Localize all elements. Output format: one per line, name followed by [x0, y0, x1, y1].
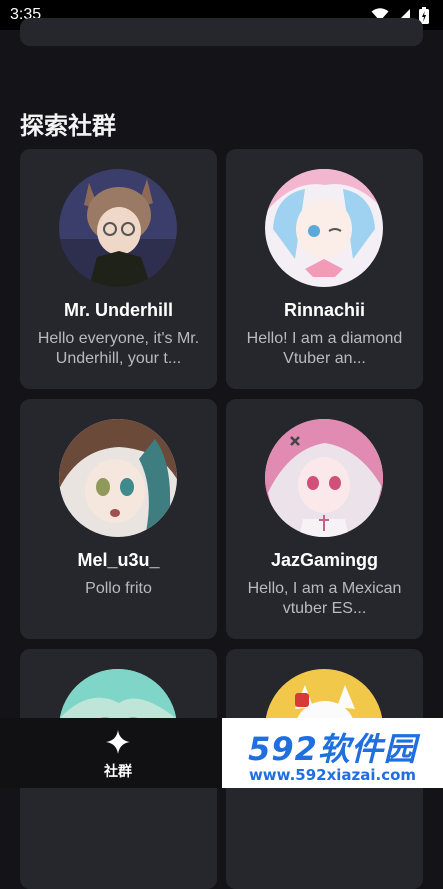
community-description: Hello, I am a Mexican vtuber ES...	[247, 580, 402, 617]
sparkle-icon	[106, 730, 130, 754]
community-name: Rinnachii	[283, 300, 365, 320]
community-name: Mel_u3u_	[77, 550, 160, 570]
community-avatar	[59, 169, 177, 287]
nav-label-community: 社群	[104, 764, 132, 780]
community-name: JazGamingg	[270, 550, 379, 570]
community-description: Pollo frito	[85, 580, 152, 597]
watermark-brand: 592软件园	[248, 730, 417, 768]
community-description: Hello! I am a diamond Vtuber an...	[246, 330, 403, 367]
community-avatar	[59, 419, 177, 537]
community-card[interactable]: JazGamingg Hello, I am a Mexican vtuber …	[226, 399, 423, 639]
watermark-url: www.592xiazai.com	[248, 766, 417, 784]
nav-item-community[interactable]: 社群	[88, 730, 148, 781]
watermark: 592软件园 www.592xiazai.com	[222, 718, 443, 788]
community-card[interactable]: Rinnachii Hello! I am a diamond Vtuber a…	[226, 149, 423, 389]
community-card[interactable]: Mr. Underhill Hello everyone, it's Mr. U…	[20, 149, 217, 389]
community-card[interactable]: Mel_u3u_ Pollo frito	[20, 399, 217, 639]
community-avatar	[265, 419, 383, 537]
section-title: 探索社群	[20, 112, 116, 140]
community-description: Hello everyone, it's Mr. Underhill, your…	[37, 330, 200, 367]
previous-section-card	[20, 18, 423, 46]
community-avatar	[265, 169, 383, 287]
community-name: Mr. Underhill	[63, 300, 173, 320]
